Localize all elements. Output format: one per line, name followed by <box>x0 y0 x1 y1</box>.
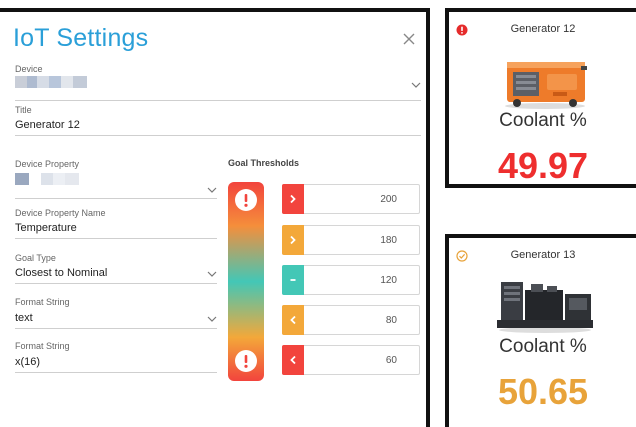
widget-title: Generator 12 <box>510 23 576 35</box>
widget-title: Generator 13 <box>510 249 576 261</box>
threshold-row[interactable]: 60 <box>282 345 420 375</box>
device-property-name-label: Device Property Name <box>15 208 106 218</box>
widget-metric-value: 49.97 <box>497 145 589 186</box>
threshold-row[interactable]: 120 <box>282 265 420 295</box>
device-property-name-input[interactable]: Temperature <box>15 222 77 234</box>
chevron-down-icon[interactable] <box>411 82 421 89</box>
close-icon[interactable] <box>402 32 416 46</box>
minus-icon <box>290 279 296 281</box>
chevron-left-icon <box>290 355 296 365</box>
threshold-row[interactable]: 180 <box>282 225 420 255</box>
threshold-operator-button[interactable] <box>282 265 304 295</box>
goal-type-underline <box>15 283 217 284</box>
goal-type-select[interactable]: Closest to Nominal <box>15 267 107 279</box>
device-property-name-underline <box>15 238 217 239</box>
exclamation-icon <box>235 189 257 211</box>
threshold-row[interactable]: 80 <box>282 305 420 335</box>
threshold-value-input[interactable]: 200 <box>380 194 397 205</box>
chevron-down-icon[interactable] <box>207 187 217 194</box>
title-label: Title <box>15 105 32 115</box>
device-value-redacted <box>15 76 87 88</box>
threshold-value-input[interactable]: 120 <box>380 275 397 286</box>
format-string-input-underline <box>15 372 217 373</box>
widget-metric-value: 50.65 <box>497 371 589 412</box>
chevron-down-icon[interactable] <box>207 316 217 323</box>
title-underline <box>15 135 421 136</box>
widget-card-generator-13[interactable]: Generator 13 Coolant % 50.65 <box>445 234 636 427</box>
goal-gradient-bar <box>228 182 264 381</box>
threshold-operator-button[interactable] <box>282 225 304 255</box>
goal-thresholds-heading: Goal Thresholds <box>228 158 300 168</box>
device-property-value-redacted <box>15 173 79 185</box>
exclamation-icon <box>235 350 257 372</box>
chevron-right-icon <box>290 235 296 245</box>
threshold-value-input[interactable]: 180 <box>380 235 397 246</box>
title-input[interactable]: Generator 12 <box>15 119 80 131</box>
generator-image <box>497 282 593 333</box>
chevron-right-icon <box>290 194 296 204</box>
device-property-select[interactable] <box>15 171 217 191</box>
chevron-down-icon[interactable] <box>207 271 217 278</box>
format-string-label: Format String <box>15 341 70 351</box>
format-string-input[interactable]: x(16) <box>15 356 40 368</box>
threshold-value-input[interactable]: 60 <box>386 355 397 366</box>
device-label: Device <box>15 64 43 74</box>
chevron-left-icon <box>290 315 296 325</box>
device-property-label: Device Property <box>15 159 80 169</box>
device-select[interactable] <box>15 74 421 96</box>
widget-metric-label: Coolant % <box>499 336 587 357</box>
dialog-title: IoT Settings <box>13 24 149 52</box>
format-string-label: Format String <box>15 297 70 307</box>
threshold-operator-button[interactable] <box>282 345 304 375</box>
format-string-underline <box>15 328 217 329</box>
device-property-underline <box>15 198 217 199</box>
widget-card-generator-12[interactable]: Generator 12 Coolant % 49.97 <box>445 8 636 188</box>
widget-metric-label: Coolant % <box>499 110 587 131</box>
threshold-operator-button[interactable] <box>282 184 304 214</box>
format-string-select[interactable]: text <box>15 312 33 324</box>
device-underline <box>15 100 421 101</box>
generator-image <box>505 62 587 109</box>
iot-settings-dialog: IoT Settings Device Title Generator 12 D… <box>0 8 430 427</box>
goal-type-label: Goal Type <box>15 253 56 263</box>
threshold-value-input[interactable]: 80 <box>386 315 397 326</box>
threshold-operator-button[interactable] <box>282 305 304 335</box>
threshold-row[interactable]: 200 <box>282 184 420 214</box>
